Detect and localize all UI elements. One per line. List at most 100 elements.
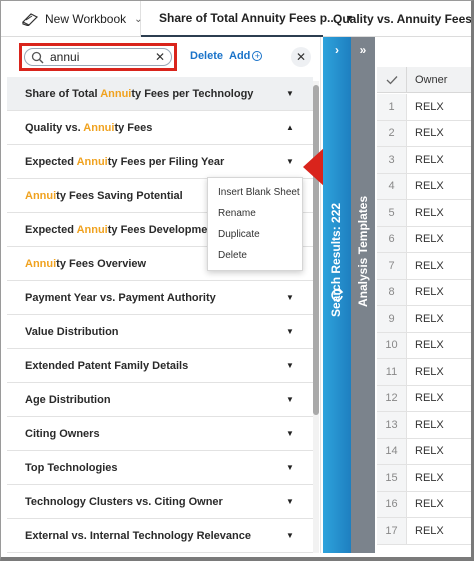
list-item[interactable]: Share of Total Annuity Fees per Technolo… bbox=[7, 77, 313, 111]
context-menu: Insert Blank Sheet Rename Duplicate Dele… bbox=[207, 177, 303, 271]
analysis-templates-label: Analysis Templates bbox=[356, 195, 370, 307]
owner-cell[interactable]: RELX bbox=[415, 386, 444, 412]
owner-cell[interactable]: RELX bbox=[415, 465, 444, 491]
owner-cell[interactable]: RELX bbox=[415, 174, 444, 200]
owner-cell[interactable]: RELX bbox=[415, 412, 444, 438]
table-row[interactable]: 17 RELX bbox=[377, 518, 471, 545]
table-row[interactable]: 14 RELX bbox=[377, 438, 471, 465]
table-row[interactable]: 10 RELX bbox=[377, 332, 471, 359]
list-item-label: Technology Clusters vs. Citing Owner bbox=[25, 496, 223, 508]
workbook-dropdown[interactable]: New Workbook ⌄ bbox=[7, 1, 143, 37]
analysis-templates-panel-toggle[interactable]: » Analysis Templates bbox=[351, 37, 375, 553]
search-match-highlight: Annui bbox=[25, 257, 57, 270]
list-item-label: Top Technologies bbox=[25, 462, 117, 474]
table-row[interactable]: 12 RELX bbox=[377, 385, 471, 412]
chevron-right-icon[interactable]: › bbox=[323, 43, 351, 57]
row-number: 11 bbox=[377, 359, 407, 385]
scrollbar-thumb[interactable] bbox=[313, 85, 319, 415]
table-row[interactable]: 8 RELX bbox=[377, 279, 471, 306]
tab-share-of-total-annuity-fees[interactable]: Share of Total Annuity Fees p... ▼ bbox=[141, 1, 354, 37]
row-number: 1 bbox=[377, 94, 407, 120]
caret-down-icon[interactable]: ▼ bbox=[286, 327, 294, 336]
list-item[interactable]: Citing Owners ▼ bbox=[7, 417, 313, 451]
menu-item-duplicate[interactable]: Duplicate bbox=[208, 224, 302, 245]
owner-cell[interactable]: RELX bbox=[415, 333, 444, 359]
list-item[interactable]: Top Technologies ▼ bbox=[7, 451, 313, 485]
list-item[interactable]: Technology Clusters vs. Citing Owner ▼ bbox=[7, 485, 313, 519]
row-number: 8 bbox=[377, 279, 407, 305]
owner-cell[interactable]: RELX bbox=[415, 359, 444, 385]
add-label: Add bbox=[229, 50, 251, 62]
label-text: Expected bbox=[25, 155, 77, 168]
table-row[interactable]: 3 RELX bbox=[377, 147, 471, 174]
checkmark-icon[interactable] bbox=[377, 67, 407, 93]
owner-cell[interactable]: RELX bbox=[415, 227, 444, 253]
list-item[interactable]: Age Distribution ▼ bbox=[7, 383, 313, 417]
table-row[interactable]: 16 RELX bbox=[377, 491, 471, 518]
caret-down-icon[interactable]: ▼ bbox=[286, 89, 294, 98]
label-text: Value Distribution bbox=[25, 325, 119, 338]
menu-item-delete[interactable]: Delete bbox=[208, 245, 302, 266]
list-item-label: Share of Total Annuity Fees per Technolo… bbox=[25, 88, 253, 100]
menu-item-insert-blank-sheet[interactable]: Insert Blank Sheet bbox=[208, 182, 302, 203]
delete-button[interactable]: Delete bbox=[190, 50, 223, 62]
caret-down-icon[interactable]: ▼ bbox=[286, 361, 294, 370]
table-row[interactable]: 11 RELX bbox=[377, 359, 471, 386]
list-item-label: Expected Annuity Fees Development bbox=[25, 224, 218, 236]
owner-cell[interactable]: RELX bbox=[415, 492, 444, 518]
list-item[interactable]: Expected Annuity Fees per Filing Year ▼ bbox=[7, 145, 313, 179]
plus-circle-icon: + bbox=[252, 51, 263, 61]
owner-cell[interactable]: RELX bbox=[415, 200, 444, 226]
list-item[interactable]: External vs. Internal Technology Relevan… bbox=[7, 519, 313, 553]
caret-down-icon[interactable]: ▼ bbox=[286, 463, 294, 472]
list-item[interactable]: Payment Year vs. Payment Authority ▼ bbox=[7, 281, 313, 315]
search-results-panel-toggle[interactable]: › Search Results: 222 bbox=[323, 37, 351, 553]
owner-cell[interactable]: RELX bbox=[415, 439, 444, 465]
list-item-label: External vs. Internal Technology Relevan… bbox=[25, 530, 251, 542]
menu-item-rename[interactable]: Rename bbox=[208, 203, 302, 224]
list-item[interactable]: Extended Patent Family Details ▼ bbox=[7, 349, 313, 383]
caret-down-icon[interactable]: ▼ bbox=[286, 395, 294, 404]
owner-cell[interactable]: RELX bbox=[415, 280, 444, 306]
row-number: 7 bbox=[377, 253, 407, 279]
owner-cell[interactable]: RELX bbox=[415, 94, 444, 120]
caret-down-icon[interactable]: ▼ bbox=[286, 497, 294, 506]
list-item-label: Expected Annuity Fees per Filing Year bbox=[25, 156, 224, 168]
caret-down-icon[interactable]: ▼ bbox=[286, 293, 294, 302]
owner-cell[interactable]: RELX bbox=[415, 306, 444, 332]
label-text: Citing Owners bbox=[25, 427, 100, 440]
caret-down-icon[interactable]: ▼ bbox=[286, 157, 294, 166]
search-input[interactable] bbox=[50, 50, 146, 64]
table-row[interactable]: 7 RELX bbox=[377, 253, 471, 280]
app-window: New Workbook ⌄ Share of Total Annuity Fe… bbox=[0, 0, 474, 561]
list-item[interactable]: Value Distribution ▼ bbox=[7, 315, 313, 349]
row-number: 15 bbox=[377, 465, 407, 491]
row-number: 16 bbox=[377, 491, 407, 517]
table-row[interactable]: 1 RELX bbox=[377, 94, 471, 121]
owner-cell[interactable]: RELX bbox=[415, 518, 444, 544]
table-row[interactable]: 15 RELX bbox=[377, 465, 471, 492]
label-text: Expected bbox=[25, 223, 77, 236]
table-row[interactable]: 4 RELX bbox=[377, 173, 471, 200]
table-row[interactable]: 2 RELX bbox=[377, 120, 471, 147]
tab-quality-vs-annuity-fees[interactable]: Quality vs. Annuity Fees bbox=[323, 1, 471, 37]
table-row[interactable]: 13 RELX bbox=[377, 412, 471, 439]
add-button[interactable]: Add + bbox=[229, 50, 263, 62]
list-item[interactable]: Quality vs. Annuity Fees ▲ bbox=[7, 111, 313, 145]
label-text: Extended Patent Family Details bbox=[25, 359, 189, 372]
table-row[interactable]: 5 RELX bbox=[377, 200, 471, 227]
caret-down-icon[interactable]: ▼ bbox=[286, 429, 294, 438]
double-chevron-right-icon[interactable]: » bbox=[351, 43, 375, 57]
owner-cell[interactable]: RELX bbox=[415, 253, 444, 279]
table-row[interactable]: 6 RELX bbox=[377, 226, 471, 253]
caret-down-icon[interactable]: ▼ bbox=[286, 531, 294, 540]
column-header-owner[interactable]: Owner bbox=[415, 67, 447, 93]
caret-up-icon[interactable]: ▲ bbox=[286, 123, 294, 132]
table-row[interactable]: 9 RELX bbox=[377, 306, 471, 333]
owner-cell[interactable]: RELX bbox=[415, 121, 444, 147]
row-number: 14 bbox=[377, 438, 407, 464]
close-icon[interactable]: ✕ bbox=[291, 47, 311, 67]
clear-search-icon[interactable]: ✕ bbox=[155, 50, 165, 64]
search-field[interactable]: ✕ bbox=[24, 48, 172, 66]
owner-cell[interactable]: RELX bbox=[415, 147, 444, 173]
